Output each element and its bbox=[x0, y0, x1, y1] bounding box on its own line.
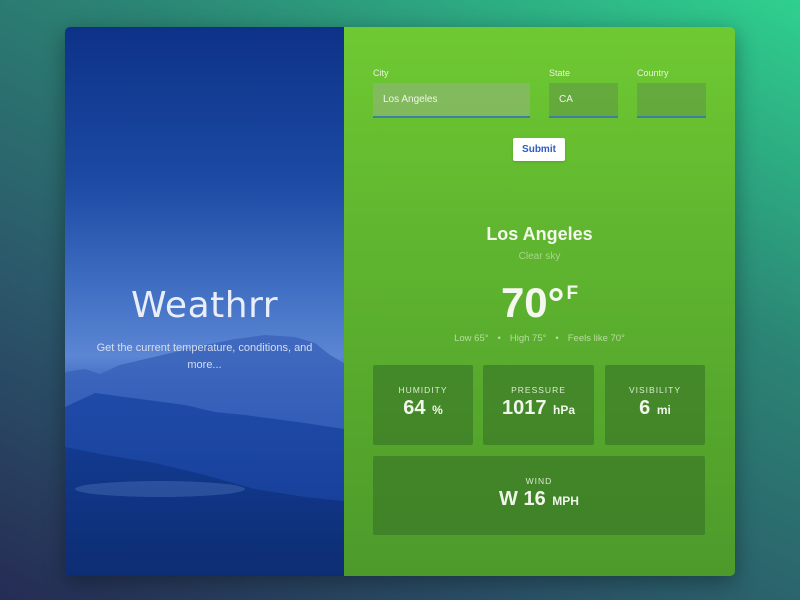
temperature-value: 70° bbox=[500, 279, 565, 326]
visibility-value: 6 bbox=[639, 397, 651, 419]
pressure-card: PRESSURE 1017 hPa bbox=[483, 365, 594, 445]
wind-value: W 16 bbox=[499, 488, 546, 510]
temperature-details: Low 65° • High 75° • Feels like 70° bbox=[344, 333, 735, 344]
wind-label: WIND bbox=[525, 476, 553, 486]
app-tagline: Get the current temperature, conditions,… bbox=[96, 342, 313, 371]
state-label: State bbox=[549, 68, 571, 78]
temperature-display: 70° F bbox=[344, 279, 735, 327]
wind-unit: MPH bbox=[552, 494, 579, 508]
feels-like-temp: Feels like 70° bbox=[567, 333, 625, 344]
location-name: Los Angeles bbox=[486, 224, 593, 244]
pressure-unit: hPa bbox=[553, 403, 576, 417]
app-title: Weathrr bbox=[130, 285, 279, 326]
country-input[interactable] bbox=[637, 83, 706, 118]
submit-button[interactable]: Submit bbox=[513, 138, 565, 161]
separator-dot: • bbox=[497, 333, 501, 344]
hero-panel: Weathrr Get the current temperature, con… bbox=[65, 27, 344, 576]
temperature-unit: F bbox=[566, 283, 579, 304]
country-label: Country bbox=[637, 68, 669, 78]
city-input[interactable] bbox=[373, 83, 530, 118]
city-label: City bbox=[373, 68, 389, 78]
weather-panel: City State Country Submit Los Angeles Cl… bbox=[344, 27, 735, 576]
weather-card: Weathrr Get the current temperature, con… bbox=[65, 27, 735, 576]
low-temp: Low 65° bbox=[454, 333, 489, 344]
high-temp: High 75° bbox=[509, 333, 547, 344]
pressure-label: PRESSURE bbox=[511, 385, 566, 395]
visibility-card: VISIBILITY 6 mi bbox=[605, 365, 705, 445]
humidity-unit: % bbox=[432, 403, 443, 417]
humidity-value: 64 bbox=[403, 397, 426, 419]
visibility-label: VISIBILITY bbox=[628, 385, 682, 395]
humidity-card: HUMIDITY 64 % bbox=[373, 365, 473, 445]
visibility-unit: mi bbox=[656, 403, 671, 417]
humidity-label: HUMIDITY bbox=[398, 385, 448, 395]
separator-dot: • bbox=[555, 333, 559, 344]
state-input[interactable] bbox=[549, 83, 618, 118]
pressure-value: 1017 bbox=[501, 397, 547, 419]
weather-conditions: Clear sky bbox=[518, 251, 561, 262]
wind-card: WIND W 16 MPH bbox=[373, 456, 705, 535]
